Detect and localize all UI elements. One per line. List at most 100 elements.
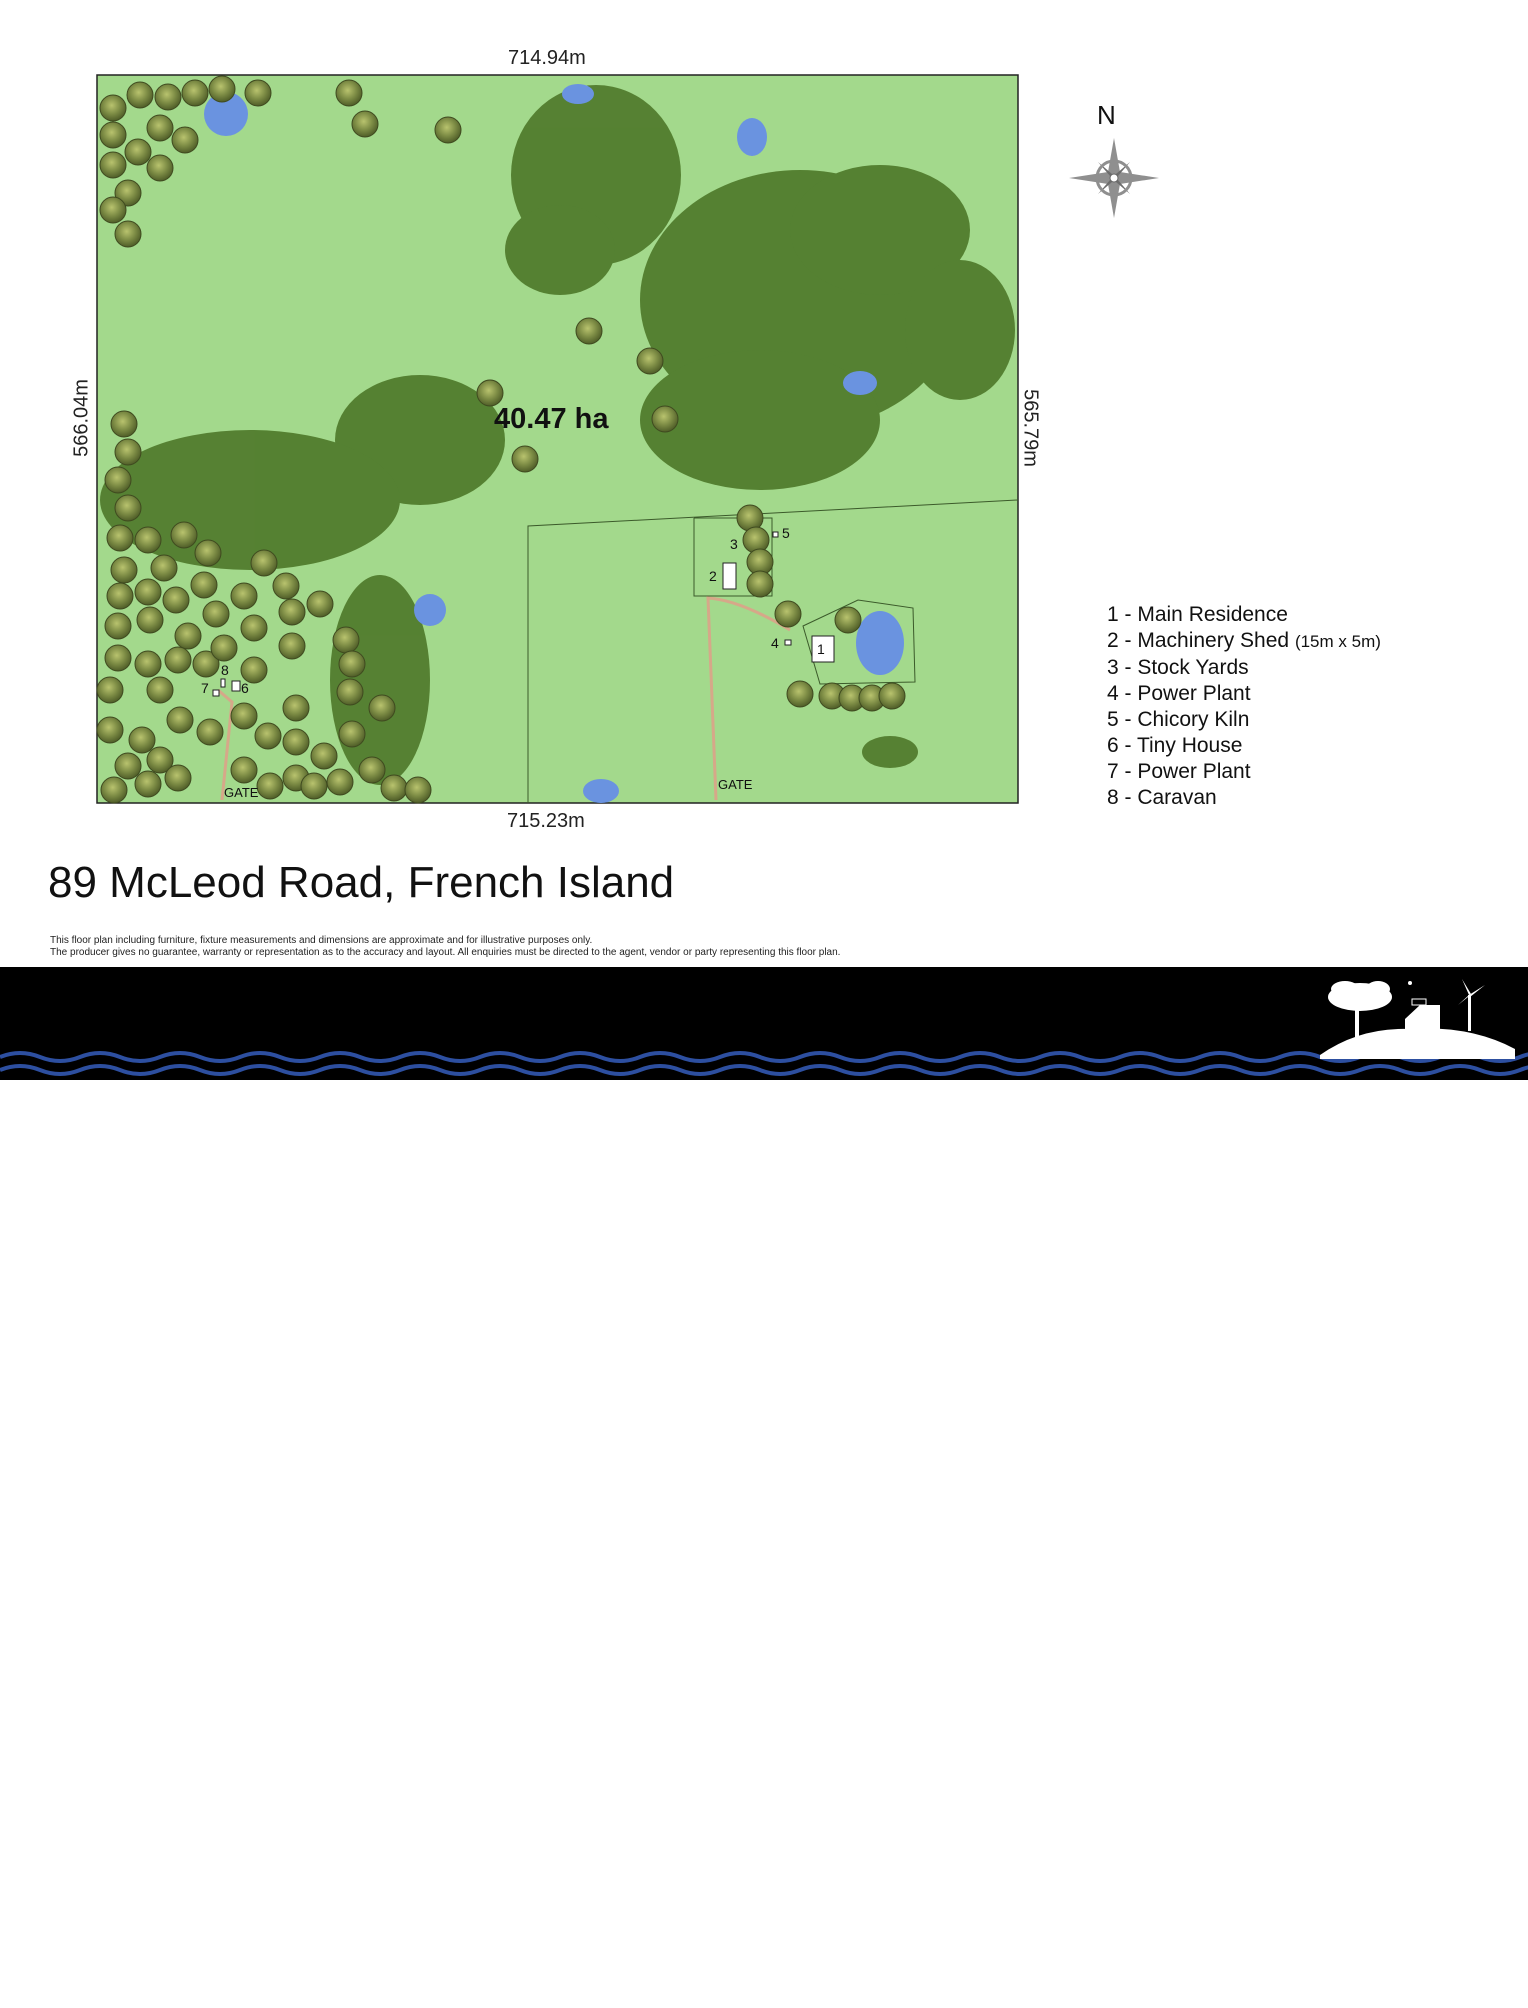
tree-icon bbox=[202, 600, 230, 628]
legend-item: 4 - Power Plant bbox=[1107, 682, 1251, 705]
tree-icon bbox=[114, 438, 142, 466]
tree-icon bbox=[250, 549, 278, 577]
tree-icon bbox=[146, 676, 174, 704]
tree-icon bbox=[194, 539, 222, 567]
tree-icon bbox=[99, 196, 127, 224]
legend-shed-note: (15m x 5m) bbox=[1294, 632, 1381, 651]
tree-icon bbox=[511, 445, 539, 473]
tree-icon bbox=[124, 138, 152, 166]
gate-label-east: GATE bbox=[718, 777, 753, 792]
tree-icon bbox=[575, 317, 603, 345]
tree-icon bbox=[338, 720, 366, 748]
marker-5: 5 bbox=[782, 525, 790, 541]
tree-icon bbox=[100, 776, 128, 804]
tree-icon bbox=[114, 220, 142, 248]
tree-icon bbox=[326, 768, 354, 796]
tree-icon bbox=[104, 644, 132, 672]
tree-icon bbox=[336, 678, 364, 706]
tree-icon bbox=[878, 682, 906, 710]
tree-icon bbox=[170, 521, 198, 549]
tree-icon bbox=[190, 571, 218, 599]
legend-item: 8 - Caravan bbox=[1107, 786, 1217, 809]
legend-item: 2 - Machinery Shed (15m x 5m) bbox=[1107, 628, 1381, 655]
tree-icon bbox=[230, 702, 258, 730]
tree-icon bbox=[358, 756, 386, 784]
tree-icon bbox=[834, 606, 862, 634]
legend: 1 - Main Residence 2 - Machinery Shed (1… bbox=[1107, 602, 1381, 811]
tree-icon bbox=[351, 110, 379, 138]
marker-7: 7 bbox=[201, 680, 209, 696]
tree-icon bbox=[210, 634, 238, 662]
tree-icon bbox=[746, 570, 774, 598]
tree-icon bbox=[134, 578, 162, 606]
tree-icon bbox=[272, 572, 300, 600]
brand-name: FRENCH ISLAND REAL ESTATE bbox=[48, 1977, 406, 2007]
tree-icon bbox=[404, 776, 432, 804]
disclaimer: This floor plan including furniture, fix… bbox=[50, 935, 840, 959]
tree-icon bbox=[99, 121, 127, 149]
tree-icon bbox=[300, 772, 328, 800]
disclaimer-line: This floor plan including furniture, fix… bbox=[50, 935, 593, 946]
legend-item-label: 2 - Machinery Shed bbox=[1107, 629, 1290, 652]
tree-icon bbox=[146, 114, 174, 142]
dimension-top: 714.94m bbox=[508, 47, 586, 69]
tree-icon bbox=[338, 650, 366, 678]
building-chicory-kiln bbox=[772, 531, 779, 538]
tree-icon bbox=[256, 772, 284, 800]
tree-icon bbox=[380, 774, 408, 802]
legend-item: 3 - Stock Yards bbox=[1107, 656, 1249, 679]
tree-icon bbox=[230, 756, 258, 784]
footer-bar: FRENCH ISLAND REAL ESTATE bbox=[0, 967, 1528, 2007]
tree-icon bbox=[126, 81, 154, 109]
tree-icon bbox=[110, 410, 138, 438]
compass-icon bbox=[1069, 138, 1159, 218]
legend-item: 6 - Tiny House bbox=[1107, 734, 1243, 757]
tree-icon bbox=[282, 694, 310, 722]
tree-icon bbox=[171, 126, 199, 154]
tree-icon bbox=[154, 83, 182, 111]
tree-icon bbox=[134, 526, 162, 554]
tree-icon bbox=[208, 75, 236, 103]
tree-icon bbox=[99, 94, 127, 122]
building-power-plant-4 bbox=[784, 639, 792, 646]
marker-4: 4 bbox=[771, 635, 779, 651]
property-map bbox=[96, 74, 1159, 804]
tree-icon bbox=[181, 79, 209, 107]
tree-icon bbox=[434, 116, 462, 144]
tree-icon bbox=[651, 405, 679, 433]
building-machinery-shed bbox=[722, 562, 737, 590]
tree-icon bbox=[742, 526, 770, 554]
legend-item: 1 - Main Residence bbox=[1107, 603, 1288, 626]
tree-icon bbox=[96, 716, 124, 744]
tree-icon bbox=[254, 722, 282, 750]
tree-icon bbox=[164, 764, 192, 792]
tree-icon bbox=[174, 622, 202, 650]
tree-icon bbox=[128, 726, 156, 754]
island-logo-icon bbox=[1320, 979, 1515, 1059]
dimension-right: 565.79m bbox=[1019, 389, 1042, 467]
tree-icon bbox=[104, 612, 132, 640]
tree-icon bbox=[114, 752, 142, 780]
building-tiny-house bbox=[231, 680, 241, 692]
marker-3: 3 bbox=[730, 536, 738, 552]
tree-icon bbox=[110, 556, 138, 584]
area-label: 40.47 ha bbox=[494, 403, 609, 435]
tree-icon bbox=[636, 347, 664, 375]
tree-icon bbox=[162, 586, 190, 614]
tree-icon bbox=[332, 626, 360, 654]
marker-8: 8 bbox=[221, 662, 229, 678]
tree-icon bbox=[146, 154, 174, 182]
tree-icon bbox=[164, 646, 192, 674]
tree-icon bbox=[240, 614, 268, 642]
dimension-bottom: 715.23m bbox=[507, 810, 585, 832]
tree-icon bbox=[786, 680, 814, 708]
disclaimer-line: The producer gives no guarantee, warrant… bbox=[50, 947, 841, 958]
marker-6: 6 bbox=[241, 680, 249, 696]
tree-icon bbox=[106, 524, 134, 552]
footer-graphics bbox=[0, 979, 1528, 1076]
tree-icon bbox=[134, 770, 162, 798]
tree-icon bbox=[278, 598, 306, 626]
gate-label-west: GATE bbox=[224, 785, 259, 800]
tree-icon bbox=[166, 706, 194, 734]
tree-icon bbox=[335, 79, 363, 107]
